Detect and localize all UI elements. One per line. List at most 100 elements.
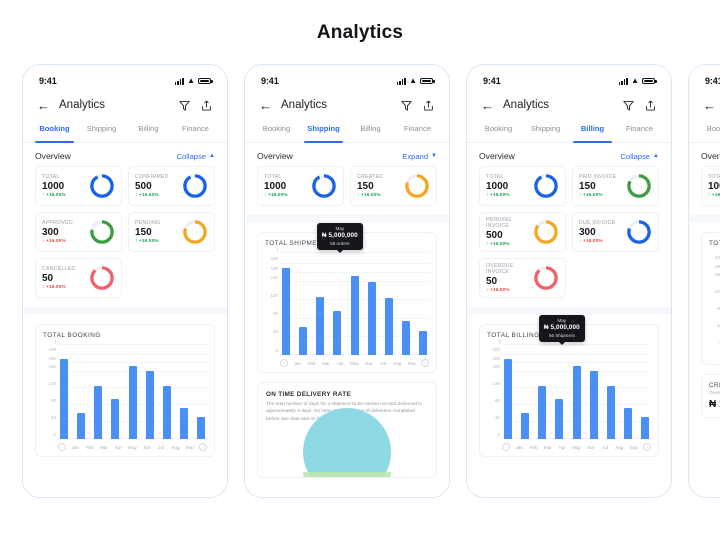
stat-card[interactable]: OVERDUE INVOICE 50 ↓ +16.00% bbox=[479, 258, 566, 298]
chevron-right-icon[interactable]: › bbox=[642, 443, 651, 451]
x-tick-sep: Sep bbox=[407, 360, 416, 366]
back-arrow-icon[interactable]: ← bbox=[259, 99, 272, 112]
phone-mockup-finance: 9:41▲←AnalyticsBookingShippingBillingFin… bbox=[688, 64, 720, 498]
chevron-left-icon[interactable]: ‹ bbox=[58, 443, 66, 451]
filter-icon[interactable] bbox=[622, 99, 635, 112]
x-tick-jun: Jun bbox=[365, 360, 373, 366]
tab-shipping[interactable]: Shipping bbox=[300, 119, 347, 143]
app-title: Analytics bbox=[59, 99, 106, 111]
bar-sep[interactable] bbox=[197, 416, 205, 439]
tab-billing[interactable]: Billing bbox=[125, 119, 172, 142]
stat-label: PENDING bbox=[135, 220, 161, 226]
app-header: ← Analytics bbox=[467, 91, 671, 119]
x-tick-jan: Jan bbox=[515, 444, 523, 450]
tab-finance[interactable]: Finance bbox=[394, 119, 441, 142]
tab-billing[interactable]: Billing bbox=[347, 119, 394, 142]
stat-card[interactable]: PENDING INVOICE 500 ↑ +16.00% bbox=[479, 212, 566, 252]
bar-jul[interactable] bbox=[384, 297, 393, 355]
bar-jul[interactable] bbox=[606, 386, 615, 439]
overview-toggle[interactable]: Collapse ▲ bbox=[620, 152, 659, 161]
bar-mar[interactable] bbox=[316, 297, 325, 355]
back-arrow-icon[interactable]: ← bbox=[37, 99, 50, 112]
bar-feb[interactable] bbox=[77, 413, 86, 439]
bar-apr[interactable] bbox=[555, 398, 564, 439]
stat-card[interactable]: PAID INVOICE 150 ↑ +16.00% bbox=[572, 166, 659, 206]
tab-booking[interactable]: Booking bbox=[697, 119, 720, 142]
tab-shipping[interactable]: Shipping bbox=[522, 119, 569, 142]
stat-card[interactable]: CREATED 150 ↑ +16.00% bbox=[350, 166, 437, 206]
stat-card[interactable]: DUE INVOICE 300 ↓ +16.00% bbox=[572, 212, 659, 252]
bar-sep[interactable] bbox=[419, 330, 427, 355]
y-tick-label: 160 bbox=[492, 364, 500, 370]
overview-toggle[interactable]: Expand ▼ bbox=[402, 152, 437, 161]
app-header: ← Analytics bbox=[23, 91, 227, 119]
tab-shipping[interactable]: Shipping bbox=[78, 119, 125, 142]
chevron-right-icon[interactable]: › bbox=[420, 359, 429, 367]
overview-label: Overview bbox=[257, 151, 293, 161]
stat-text: DUE INVOICE 300 ↓ +16.00% bbox=[579, 220, 615, 244]
tab-booking[interactable]: Booking bbox=[475, 119, 522, 142]
share-icon[interactable] bbox=[644, 99, 657, 112]
stat-card[interactable]: TOTAL1000↑ +16.00% bbox=[35, 166, 122, 206]
stat-card[interactable]: TOTAL1000↑ +16.00% bbox=[701, 166, 720, 206]
stat-card[interactable]: TOTAL1000↑ +16.00% bbox=[257, 166, 344, 206]
bar-aug[interactable] bbox=[623, 407, 632, 439]
donut-chart bbox=[89, 265, 115, 291]
share-icon[interactable] bbox=[200, 99, 213, 112]
bar-sep[interactable] bbox=[641, 416, 649, 439]
stat-card[interactable]: APPROVED 300 ↓ +16.00% bbox=[35, 212, 122, 252]
share-icon[interactable] bbox=[422, 99, 435, 112]
bar-mar[interactable] bbox=[538, 385, 547, 439]
back-arrow-icon[interactable]: ← bbox=[703, 99, 716, 112]
screen-body: OverviewCollapse▲TOTAL1000↑ +16.00%TOTAL… bbox=[689, 143, 720, 497]
bar-jun[interactable] bbox=[367, 281, 376, 355]
tab-booking[interactable]: Booking bbox=[253, 119, 300, 142]
chevron-up-icon: ▲ bbox=[209, 153, 215, 159]
bar-jan[interactable] bbox=[282, 268, 290, 355]
y-tick-label: 40 bbox=[495, 414, 500, 420]
bar-jul[interactable] bbox=[162, 386, 171, 439]
bar-jan[interactable] bbox=[504, 359, 512, 439]
x-tick-jul: Jul bbox=[602, 444, 609, 450]
tab-bar: BookingShippingBillingFinance bbox=[689, 119, 720, 143]
stat-card[interactable]: CONFIRMED 500 ↑ +16.00% bbox=[128, 166, 215, 206]
bar-jun[interactable] bbox=[589, 371, 598, 439]
plot-area bbox=[58, 343, 207, 439]
stat-card[interactable]: CANCELLED 50 ↓ +16.00% bbox=[35, 258, 122, 298]
bar-apr[interactable] bbox=[111, 398, 120, 439]
tab-finance[interactable]: Finance bbox=[616, 119, 663, 142]
stat-card[interactable]: PENDING 150 ↑ +16.00% bbox=[128, 212, 215, 252]
y-tick-label: 0 bbox=[53, 431, 56, 437]
bar-feb[interactable] bbox=[299, 327, 308, 355]
bar-mar[interactable] bbox=[94, 385, 103, 439]
bar-aug[interactable] bbox=[179, 407, 188, 439]
bar-apr[interactable] bbox=[333, 311, 342, 355]
status-icons: ▲ bbox=[618, 77, 657, 85]
chevron-right-icon[interactable]: › bbox=[198, 443, 207, 451]
bar-aug[interactable] bbox=[401, 321, 410, 355]
stat-value: 150 bbox=[357, 181, 374, 192]
filter-icon[interactable] bbox=[400, 99, 413, 112]
chevron-left-icon[interactable]: ‹ bbox=[502, 443, 510, 451]
bar-may[interactable] bbox=[572, 366, 581, 439]
phone-mockup-shipping: 9:41 ▲ ← Analytics Booking Shipping Billing Fin… bbox=[244, 64, 450, 498]
tab-billing[interactable]: Billing bbox=[569, 119, 616, 143]
stat-value: 500 bbox=[486, 230, 503, 241]
stat-label: CREATED bbox=[357, 174, 384, 180]
bar-feb[interactable] bbox=[521, 413, 530, 439]
tab-finance[interactable]: Finance bbox=[172, 119, 219, 142]
stat-card[interactable]: TOTAL1000↑ +16.00% bbox=[479, 166, 566, 206]
app-screen-booking: 9:41 ▲ ← Analytics Booking Shipping Billing Fin… bbox=[23, 65, 227, 497]
chevron-left-icon[interactable]: ‹ bbox=[280, 359, 288, 367]
bar-jun[interactable] bbox=[145, 371, 154, 439]
back-arrow-icon[interactable]: ← bbox=[481, 99, 494, 112]
tab-booking[interactable]: Booking bbox=[31, 119, 78, 143]
filter-icon[interactable] bbox=[178, 99, 191, 112]
stat-value: 150 bbox=[135, 227, 152, 238]
overview-label: Overview bbox=[35, 151, 71, 161]
bar-may[interactable] bbox=[350, 276, 359, 355]
overview-toggle[interactable]: Collapse ▲ bbox=[176, 152, 215, 161]
bar-may[interactable] bbox=[128, 366, 137, 439]
y-tick-label: 200 bbox=[492, 347, 500, 353]
bar-jan[interactable] bbox=[60, 359, 68, 439]
